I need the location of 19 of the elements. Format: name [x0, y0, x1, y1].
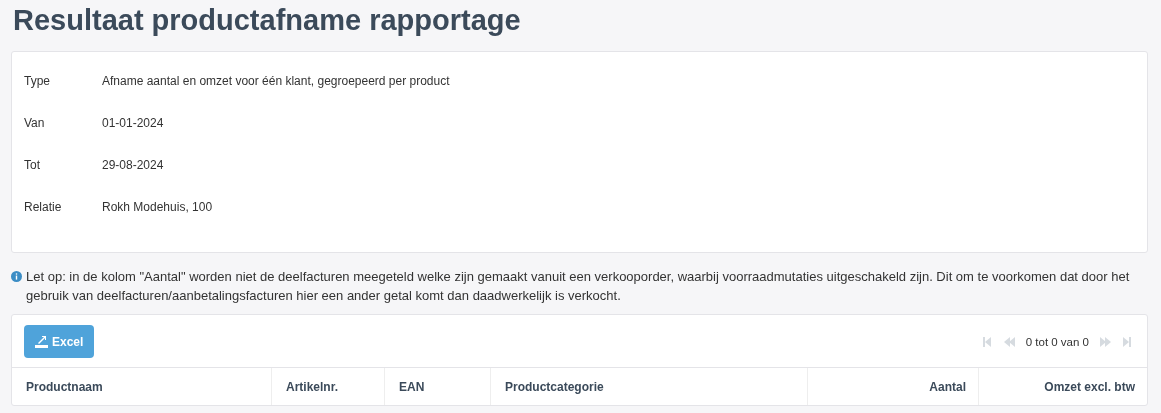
- export-icon: [35, 335, 48, 348]
- detail-label: Relatie: [24, 199, 63, 216]
- column-header[interactable]: Omzet excl. btw: [978, 368, 1147, 405]
- detail-value: Rokh Modehuis, 100: [102, 199, 214, 216]
- column-header[interactable]: Productcategorie: [490, 368, 807, 405]
- page-range: 0 tot 0 van 0: [1025, 335, 1089, 348]
- detail-label: Type: [24, 73, 51, 90]
- column-header[interactable]: Aantal: [807, 368, 978, 405]
- column-header[interactable]: EAN: [384, 368, 490, 405]
- detail-value: Afname aantal en omzet voor één klant, gegroepeerd per product: [102, 73, 451, 90]
- detail-label: Tot: [24, 157, 41, 174]
- page-title: Resultaat productafname rapportage: [12, 3, 522, 38]
- info-icon: [11, 271, 22, 282]
- detail-value: 29-08-2024: [102, 157, 165, 174]
- column-header[interactable]: Productnaam: [12, 368, 271, 405]
- notice-text: Let op: in de kolom "Aantal" worden niet de deelfacturen meegeteld welke zijn gemaakt vanuit een verkooporder, waarbij voorraadmutaties uitgeschakeld zijn. Dit om te voorkomen dat door het gebruik van deelfacturen/aanbetalingsfacturen hier een ander getal komt dan daadwerkelijk is verkocht.: [26, 268, 1131, 305]
- detail-value: 01-01-2024: [102, 115, 165, 132]
- detail-label: Van: [24, 115, 46, 132]
- column-header[interactable]: Artikelnr.: [271, 368, 384, 405]
